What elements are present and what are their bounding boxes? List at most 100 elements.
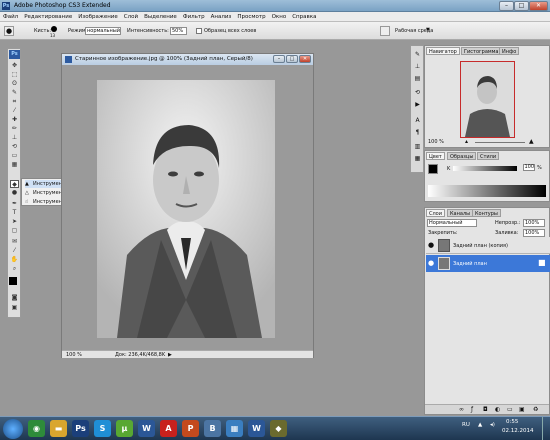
menu-item[interactable]: Файл <box>0 12 21 22</box>
type-tool-icon[interactable]: T <box>10 209 19 217</box>
photoshop-icon[interactable]: Ps <box>72 420 89 437</box>
menu-item[interactable]: Фильтр <box>180 12 208 22</box>
crop-tool-icon[interactable]: ⌗ <box>10 98 19 106</box>
utorrent-icon[interactable]: µ <box>116 420 133 437</box>
k-slider[interactable] <box>453 166 517 171</box>
strength-input[interactable]: 50% <box>170 27 187 35</box>
maximize-button[interactable]: □ <box>514 1 529 11</box>
status-menu-arrow-icon[interactable]: ▶ <box>168 351 172 359</box>
zoom-level[interactable]: 100 % <box>66 351 82 359</box>
palette-well-icon[interactable] <box>380 26 390 36</box>
menu-item[interactable]: Выделение <box>141 12 180 22</box>
measure-panel-icon[interactable]: ▥ <box>413 142 422 151</box>
zoom-in-icon[interactable]: ▲ <box>529 138 534 145</box>
sample-all-checkbox[interactable] <box>196 28 202 34</box>
menu-item[interactable]: Просмотр <box>234 12 268 22</box>
winamp-icon[interactable]: ◆ <box>270 420 287 437</box>
menu-item[interactable]: Анализ <box>208 12 235 22</box>
clock-date[interactable]: 02.12.2014 <box>502 428 534 434</box>
notes-tool-icon[interactable]: ✉ <box>10 238 19 246</box>
chrome-icon[interactable]: ◉ <box>28 420 45 437</box>
mask-icon[interactable]: ◘ <box>483 405 488 415</box>
menu-item[interactable]: Слой <box>121 12 141 22</box>
new-layer-icon[interactable]: ▣ <box>519 405 525 415</box>
layer-row-selected[interactable]: ● Задний план ■ <box>426 255 550 272</box>
doc-close-button[interactable]: ✕ <box>299 55 311 63</box>
clone-source-icon[interactable]: ⊥ <box>413 62 422 71</box>
marquee-tool-icon[interactable]: ⬚ <box>10 71 19 79</box>
tab-info[interactable]: Инфо <box>499 47 520 55</box>
stamp-tool-icon[interactable]: ⊥ <box>10 134 19 142</box>
k-value[interactable]: 100 <box>523 164 535 171</box>
navigator-thumbnail[interactable] <box>460 61 515 138</box>
adjustment-icon[interactable]: ◐ <box>495 405 500 415</box>
link-layers-icon[interactable]: ∞ <box>459 405 464 415</box>
lasso-tool-icon[interactable]: ʘ <box>10 80 19 88</box>
screen-mode-icon[interactable]: ▣ <box>10 304 19 312</box>
move-tool-icon[interactable]: ✥ <box>10 62 19 70</box>
animation-panel-icon[interactable]: ▦ <box>413 154 422 163</box>
blur-tool-icon[interactable]: ◆ <box>10 180 19 188</box>
gradient-tool-icon[interactable]: ▦ <box>10 161 19 169</box>
ppt-icon[interactable]: P <box>182 420 199 437</box>
eyedropper-tool-icon[interactable]: ⁄ <box>10 247 19 255</box>
blend-mode-select[interactable]: Нормальный <box>427 219 477 227</box>
hand-tool-icon[interactable]: ✋ <box>10 256 19 264</box>
fill-input[interactable]: 100% <box>523 229 545 237</box>
vk-icon[interactable]: В <box>204 420 221 437</box>
word-icon[interactable]: W <box>138 420 155 437</box>
menu-item[interactable]: Редактирование <box>21 12 75 22</box>
start-button[interactable] <box>3 419 23 439</box>
zoom-out-icon[interactable]: ▴ <box>465 138 468 145</box>
path-select-icon[interactable]: ➤ <box>10 218 19 226</box>
layer-row[interactable]: ● Задний план (копия) <box>426 237 550 254</box>
tab-navigator[interactable]: Навигатор <box>426 47 460 55</box>
eraser-tool-icon[interactable]: ▭ <box>10 152 19 160</box>
eye-icon[interactable]: ● <box>428 241 434 249</box>
fx-icon[interactable]: ƒ <box>471 405 473 415</box>
healing-tool-icon[interactable]: ✚ <box>10 116 19 124</box>
close-button[interactable]: ✕ <box>529 1 548 11</box>
tab-paths[interactable]: Контуры <box>472 209 501 217</box>
foreground-color[interactable] <box>9 277 17 285</box>
tab-color[interactable]: Цвет <box>426 152 445 160</box>
opacity-input[interactable]: 100% <box>523 219 545 227</box>
tab-styles[interactable]: Стили <box>477 152 500 160</box>
history-panel-icon[interactable]: ⟲ <box>413 88 422 97</box>
brush-tool-icon[interactable]: ✏ <box>10 125 19 133</box>
tab-histogram[interactable]: Гистограмма <box>461 47 502 55</box>
tray-arrow-icon[interactable]: ▲ <box>478 422 482 428</box>
color-swatch-fg[interactable] <box>428 164 438 174</box>
doc-minimize-button[interactable]: – <box>273 55 285 63</box>
folder-icon[interactable]: ▬ <box>50 420 67 437</box>
pdf-icon[interactable]: A <box>160 420 177 437</box>
menu-item[interactable]: Окно <box>269 12 290 22</box>
actions-panel-icon[interactable]: ▶ <box>413 100 422 109</box>
navigator-zoom[interactable]: 100 % <box>428 139 444 145</box>
minimize-button[interactable]: – <box>499 1 514 11</box>
slice-tool-icon[interactable]: ⁄ <box>10 107 19 115</box>
zoom-slider[interactable] <box>475 142 525 143</box>
tab-channels[interactable]: Каналы <box>447 209 474 217</box>
pen-tool-icon[interactable]: ✒ <box>10 200 19 208</box>
language-indicator[interactable]: RU <box>462 422 470 428</box>
history-brush-icon[interactable]: ⟲ <box>10 143 19 151</box>
explorer-icon[interactable]: ▦ <box>226 420 243 437</box>
tool-preset-picker[interactable]: ● <box>4 26 14 36</box>
mode-select[interactable]: нормальный <box>85 27 121 35</box>
word2-icon[interactable]: W <box>248 420 265 437</box>
tool-presets-icon[interactable]: ▤ <box>413 74 422 83</box>
group-icon[interactable]: ▭ <box>507 405 513 415</box>
quick-mask-icon[interactable]: ◙ <box>10 294 19 302</box>
color-ramp[interactable] <box>428 185 546 197</box>
brushes-panel-icon[interactable]: ✎ <box>413 50 422 59</box>
trash-icon[interactable]: ♻ <box>533 405 538 415</box>
volume-icon[interactable]: ◂) <box>490 422 495 428</box>
skype-icon[interactable]: S <box>94 420 111 437</box>
show-desktop-button[interactable] <box>542 417 550 440</box>
menu-item[interactable]: Изображение <box>75 12 121 22</box>
tab-layers[interactable]: Слои <box>426 209 445 217</box>
shape-tool-icon[interactable]: ▢ <box>10 227 19 235</box>
dodge-tool-icon[interactable]: ● <box>10 189 19 197</box>
quick-select-tool-icon[interactable]: ✎ <box>10 89 19 97</box>
